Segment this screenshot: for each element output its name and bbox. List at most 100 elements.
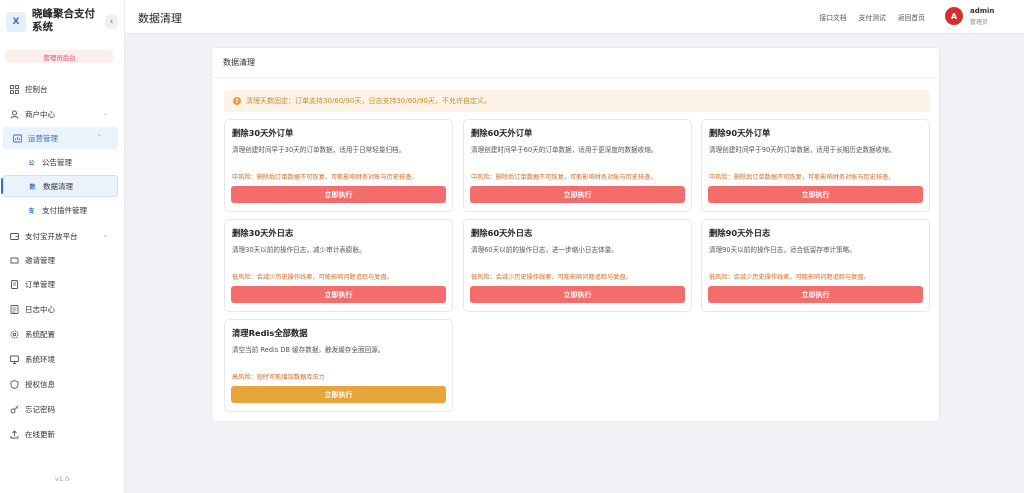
back-home-link[interactable]: 返回首页 (898, 12, 925, 22)
sidebar-item-dashboard[interactable]: 控制台 (0, 78, 124, 100)
brand-logo: X (6, 12, 26, 32)
sidebar-item-env[interactable]: 系统环境 (0, 348, 124, 370)
sidebar-item-label: 订单管理 (25, 279, 55, 289)
wallet-icon (9, 231, 19, 241)
execute-button[interactable]: 立即执行 (470, 186, 685, 203)
card-title: 清理Redis全部数据 (232, 328, 308, 338)
sidebar-subitem-notice[interactable]: 公 公告管理 (0, 151, 124, 173)
page-title: 数据清理 (138, 12, 182, 25)
card-description: 清理创建时间早于60天的订单数据，适用于更深度的数据收缩。 (471, 146, 658, 154)
sidebar-item-config[interactable]: 系统配置 (0, 323, 124, 345)
sidebar-item-label: 公告管理 (42, 157, 72, 167)
execute-button[interactable]: 立即执行 (708, 186, 923, 203)
sidebar-item-label: 控制台 (25, 84, 48, 94)
sidebar-item-label: 数据清理 (43, 181, 73, 191)
execute-button[interactable]: 立即执行 (231, 386, 446, 403)
sidebar-item-operations[interactable]: 运营管理 ⌃ (3, 127, 118, 149)
sidebar-item-label: 在线更新 (25, 429, 55, 439)
card-title: 删除90天外订单 (709, 128, 771, 138)
card-description: 清理创建时间早于90天的订单数据，适用于长期历史数据收缩。 (709, 146, 896, 154)
card-title: 删除60天外订单 (471, 128, 533, 138)
sidebar-item-invite[interactable]: 邀请管理 (0, 249, 124, 271)
payment-test-link[interactable]: 支付测试 (859, 12, 886, 22)
sidebar: X 晓峰聚合支付系统 ‹ 管理员后台 控制台 商户中心 ⌄ 运营管理 ⌃ 公 公… (0, 0, 125, 493)
sidebar-item-label: 日志中心 (25, 304, 55, 314)
card-description: 清理60天以前的操作日志，进一步缩小日志体量。 (471, 246, 618, 254)
sidebar-item-label: 忘记密码 (25, 404, 55, 414)
card-risk: 高风险：短时可能增加数据库压力 (232, 374, 325, 381)
sidebar-item-label: 系统配置 (25, 329, 55, 339)
card-risk: 中风险：删除后订单数据不可恢复，可能影响财务对账与历史核查。 (471, 174, 657, 181)
upload-icon (9, 429, 19, 439)
clean-card: 清理Redis全部数据 清空当前 Redis DB 缓存数据，触发缓存全面回源。… (224, 319, 453, 412)
sidebar-item-label: 运营管理 (28, 133, 58, 143)
user-name[interactable]: admin (970, 7, 994, 15)
top-header: 数据清理 接口文档 支付测试 返回首页 A admin 管理员 (125, 0, 1024, 34)
execute-button[interactable]: 立即执行 (231, 286, 446, 303)
sidebar-item-label: 支付插件管理 (42, 205, 87, 215)
sidebar-subitem-plugin[interactable]: 支 支付插件管理 (0, 199, 124, 221)
card-risk: 低风险：会减少历史操作线索，可能影响问题追踪与复盘。 (232, 274, 393, 281)
card-description: 清理创建时间早于30天的订单数据，适用于日常轻量归档。 (232, 146, 406, 154)
grid-icon (9, 84, 19, 94)
sidebar-item-logs[interactable]: 日志中心 (0, 298, 124, 320)
clean-card: 删除90天外订单 清理创建时间早于90天的订单数据，适用于长期历史数据收缩。 中… (701, 119, 930, 212)
card-risk: 低风险：会减少历史操作线索，可能影响问题追踪与复盘。 (709, 274, 870, 281)
data-clean-panel: 数据清理 ! 清理天数固定：订单支持30/60/90天，日志支持30/60/90… (211, 47, 940, 422)
user-icon (9, 109, 19, 119)
card-description: 清空当前 Redis DB 缓存数据，触发缓存全面回源。 (232, 346, 385, 354)
user-role: 管理员 (970, 19, 989, 26)
clean-card: 删除30天外日志 清理30天以前的操作日志，减少审计表膨胀。 低风险：会减少历史… (224, 219, 453, 312)
gear-icon (9, 329, 19, 339)
monitor-icon (9, 354, 19, 364)
card-title: 删除90天外日志 (709, 228, 771, 238)
chevron-down-icon: ⌄ (102, 110, 108, 117)
brand: X 晓峰聚合支付系统 ‹ (6, 8, 118, 36)
sidebar-item-license[interactable]: 授权信息 (0, 373, 124, 395)
admin-badge: 管理员后台 (6, 50, 113, 63)
clean-card: 删除30天外订单 清理创建时间早于30天的订单数据，适用于日常轻量归档。 中风险… (224, 119, 453, 212)
sidebar-item-label: 邀请管理 (25, 255, 55, 265)
sidebar-item-merchant[interactable]: 商户中心 ⌄ (0, 103, 124, 125)
data-icon: 数 (29, 183, 36, 191)
sidebar-item-online-update[interactable]: 在线更新 (0, 423, 124, 445)
notice-text: 清理天数固定：订单支持30/60/90天，日志支持30/60/90天，不允许自定… (246, 97, 491, 105)
notice-icon: 公 (28, 159, 35, 167)
header-links: 接口文档 支付测试 返回首页 (819, 12, 925, 22)
chevron-up-icon: ⌃ (96, 134, 102, 141)
execute-button[interactable]: 立即执行 (231, 186, 446, 203)
api-docs-link[interactable]: 接口文档 (819, 12, 846, 22)
card-description: 清理30天以前的操作日志，减少审计表膨胀。 (232, 246, 366, 254)
collapse-sidebar-button[interactable]: ‹ (105, 15, 118, 29)
ticket-icon (9, 255, 19, 265)
sidebar-item-label: 商户中心 (25, 109, 55, 119)
panel-title: 数据清理 (212, 48, 939, 78)
chart-icon (12, 133, 22, 143)
notice-banner: ! 清理天数固定：订单支持30/60/90天，日志支持30/60/90天，不允许… (224, 90, 930, 112)
log-icon (9, 304, 19, 314)
document-icon (9, 279, 19, 289)
sidebar-item-alipay-open[interactable]: 支付宝开放平台 ⌄ (0, 225, 124, 247)
key-icon (9, 404, 19, 414)
clean-card: 删除60天外订单 清理创建时间早于60天的订单数据，适用于更深度的数据收缩。 中… (463, 119, 692, 212)
sidebar-item-forgot-password[interactable]: 忘记密码 (0, 398, 124, 420)
avatar[interactable]: A (945, 7, 963, 25)
warning-icon: ! (233, 97, 241, 105)
card-title: 删除30天外订单 (232, 128, 294, 138)
sidebar-item-orders[interactable]: 订单管理 (0, 273, 124, 295)
chevron-down-icon: ⌄ (102, 232, 108, 239)
plugin-icon: 支 (28, 207, 35, 215)
execute-button[interactable]: 立即执行 (708, 286, 923, 303)
card-description: 清理90天以前的操作日志，适合低留存审计策略。 (709, 246, 856, 254)
card-risk: 中风险：删除后订单数据不可恢复，可能影响财务对账与历史核查。 (709, 174, 895, 181)
sidebar-subitem-data-clean[interactable]: 数 数据清理 (1, 175, 118, 197)
sidebar-item-label: 授权信息 (25, 379, 55, 389)
card-title: 删除30天外日志 (232, 228, 294, 238)
card-title: 删除60天外日志 (471, 228, 533, 238)
card-risk: 低风险：会减少历史操作线索，可能影响问题追踪与复盘。 (471, 274, 632, 281)
execute-button[interactable]: 立即执行 (470, 286, 685, 303)
sidebar-item-label: 支付宝开放平台 (25, 231, 78, 241)
sidebar-item-label: 系统环境 (25, 354, 55, 364)
card-risk: 中风险：删除后订单数据不可恢复，可能影响财务对账与历史核查。 (232, 174, 418, 181)
clean-card: 删除90天外日志 清理90天以前的操作日志，适合低留存审计策略。 低风险：会减少… (701, 219, 930, 312)
